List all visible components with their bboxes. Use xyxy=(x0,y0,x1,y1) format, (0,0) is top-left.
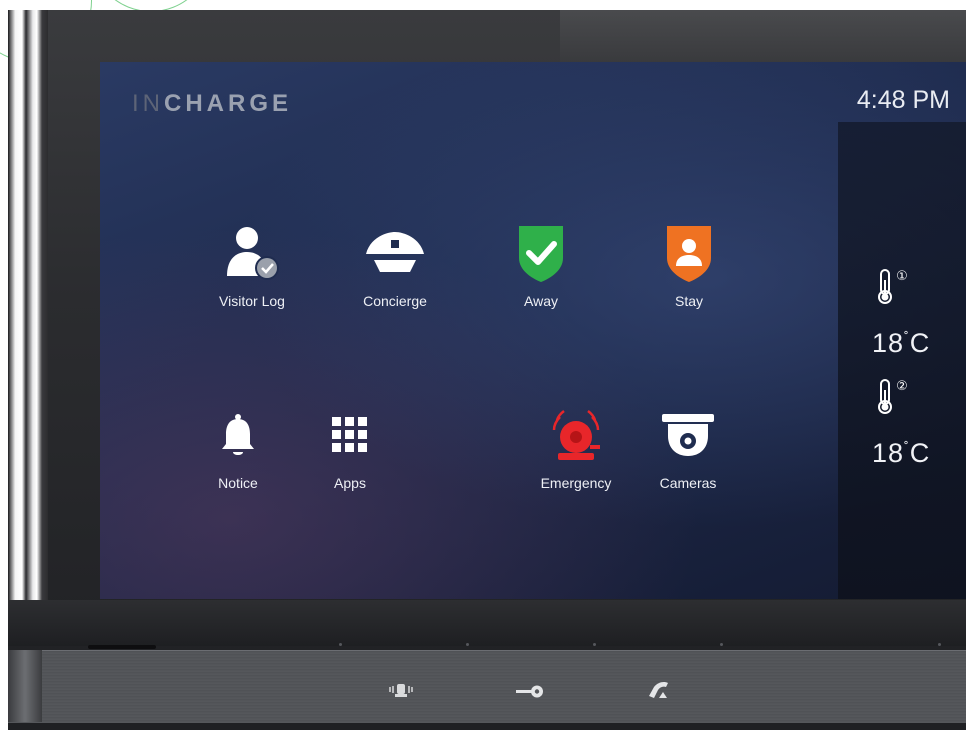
app-emergency[interactable]: Emergency xyxy=(521,405,631,491)
camera-icon xyxy=(662,414,714,456)
indicator-dot xyxy=(938,643,941,646)
app-label: Emergency xyxy=(540,475,612,491)
thermometer-icon: ① xyxy=(878,269,908,304)
phone-hangup-icon[interactable] xyxy=(646,678,672,700)
brand-logo: INCHARGE xyxy=(132,90,293,117)
app-visitor-log[interactable]: Visitor Log xyxy=(197,223,307,309)
lower-bezel xyxy=(8,600,966,646)
brushed-metal-strip xyxy=(8,650,966,723)
temperature-reading-2: 18˚C xyxy=(872,438,931,468)
app-cameras[interactable]: Cameras xyxy=(633,405,743,491)
key-unlock-icon[interactable] xyxy=(514,684,546,698)
glass-reflection xyxy=(560,10,966,70)
app-away[interactable]: Away xyxy=(486,223,596,309)
app-label: Concierge xyxy=(363,293,427,309)
apps-grid-icon xyxy=(332,417,367,452)
visitor-log-icon xyxy=(227,227,279,280)
app-label: Apps xyxy=(334,475,366,491)
intercom-icon[interactable] xyxy=(386,680,416,700)
clock: 4:48 PM xyxy=(856,86,950,114)
alarm-bell-icon xyxy=(552,410,600,460)
app-label: Stay xyxy=(674,293,703,309)
sensor-number: ② xyxy=(896,379,908,394)
app-label: Notice xyxy=(218,475,258,491)
device-chrome-edge xyxy=(8,10,48,640)
app-stay[interactable]: Stay xyxy=(634,223,744,309)
temperature-panel xyxy=(838,122,966,599)
app-apps[interactable]: Apps xyxy=(295,405,405,491)
temperature-reading-1: 18˚C xyxy=(872,328,931,358)
app-label: Cameras xyxy=(659,475,717,491)
brushed-metal-edge xyxy=(8,650,42,722)
indicator-dot xyxy=(720,643,723,646)
indicator-dot xyxy=(339,643,342,646)
stay-shield-icon xyxy=(667,226,711,282)
speaker-slot xyxy=(88,645,156,649)
concierge-icon xyxy=(366,232,424,272)
app-concierge[interactable]: Concierge xyxy=(340,223,450,309)
indicator-dot xyxy=(593,643,596,646)
away-shield-icon xyxy=(519,226,563,282)
sensor-number: ① xyxy=(896,269,908,284)
app-label: Visitor Log xyxy=(219,293,285,309)
indicator-dot xyxy=(466,643,469,646)
touch-screen: INCHARGE 4:48 PM Visitor Log Concierge A… xyxy=(100,62,966,599)
app-label: Away xyxy=(524,293,558,309)
bell-icon xyxy=(222,414,254,455)
app-notice[interactable]: Notice xyxy=(183,405,293,491)
thermometer-icon: ② xyxy=(878,379,908,414)
